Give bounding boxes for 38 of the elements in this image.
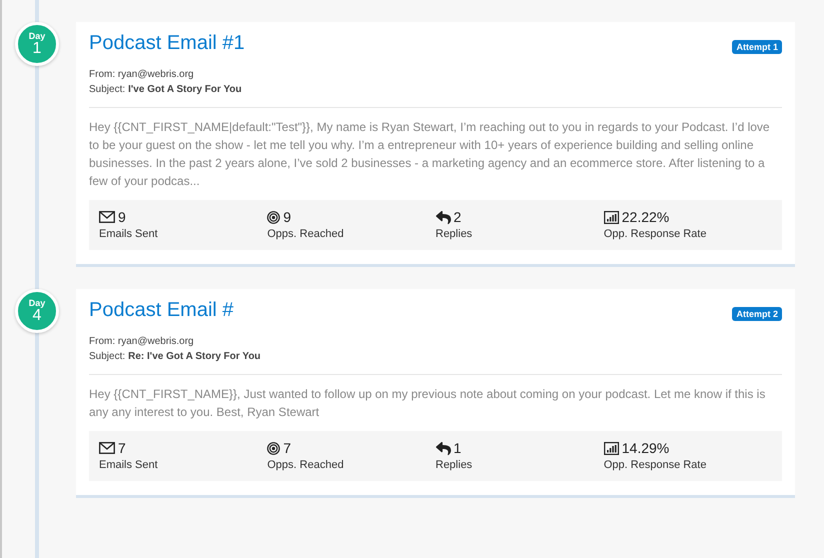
- envelope-icon: [99, 211, 115, 223]
- stat-label: Replies: [436, 459, 474, 471]
- target-icon: [267, 442, 280, 454]
- stat-label: Opps. Reached: [267, 228, 345, 240]
- stat-label: Replies: [436, 228, 474, 240]
- email-title[interactable]: Podcast Email #: [89, 299, 234, 322]
- subject-text: I've Got A Story For You: [128, 83, 242, 97]
- stat-value: 7: [283, 440, 292, 456]
- stat-label: Opp. Response Rate: [604, 228, 708, 240]
- subject-label: Subject:: [89, 350, 126, 364]
- bar-chart-icon: [604, 210, 619, 224]
- subject-label: Subject:: [89, 83, 126, 97]
- stat-label: Emails Sent: [99, 459, 159, 471]
- from-line: From: ryan@webris.org: [89, 68, 195, 82]
- stat-value: 1: [454, 440, 462, 456]
- day-marker: Day 1: [15, 22, 59, 66]
- target-icon: [267, 210, 280, 224]
- stat-value: 14.29%: [622, 440, 670, 456]
- attempt-badge: Attempt 2: [732, 307, 782, 321]
- subject-text: Re: I've Got A Story For You: [128, 350, 261, 364]
- day-marker: Day 4: [15, 289, 59, 333]
- stat-label: Emails Sent: [99, 228, 159, 240]
- email-preview: Hey {{CNT_FIRST_NAME}}, Just wanted to follow up on my previous note about coming on your podcast. Let me know if this is any any interest to you. Best, Ryan Stewart: [89, 386, 766, 421]
- envelope-icon: [99, 442, 115, 454]
- stat-value: 9: [283, 209, 292, 225]
- reply-icon: [436, 440, 450, 456]
- bar-chart-icon: [604, 442, 619, 454]
- email-title[interactable]: Podcast Email #1: [89, 32, 245, 55]
- stat-value: 9: [118, 209, 126, 225]
- reply-icon: [436, 210, 450, 224]
- email-preview: Hey {{CNT_FIRST_NAME|default:"Test"}}, My name is Ryan Stewart, I’m reaching out to you in regards to your Podcast. I’d love to be your guest on the show - let me tell you why. I’m a entrepreneur with 10+ years of experience building and selling online businesses. In the past 2 years alone, I’ve sold 2 businesses - a marketing agency and an ecommerce store. After listening to a few of your podcas...: [89, 119, 771, 190]
- from-line: From: ryan@webris.org: [89, 335, 195, 349]
- stat-label: Opps. Reached: [267, 459, 345, 471]
- stat-label: Opp. Response Rate: [604, 459, 708, 471]
- stat-value: 7: [118, 440, 126, 456]
- stat-value: 2: [454, 209, 462, 225]
- attempt-badge: Attempt 1: [732, 40, 782, 54]
- stat-value: 22.22%: [622, 209, 670, 225]
